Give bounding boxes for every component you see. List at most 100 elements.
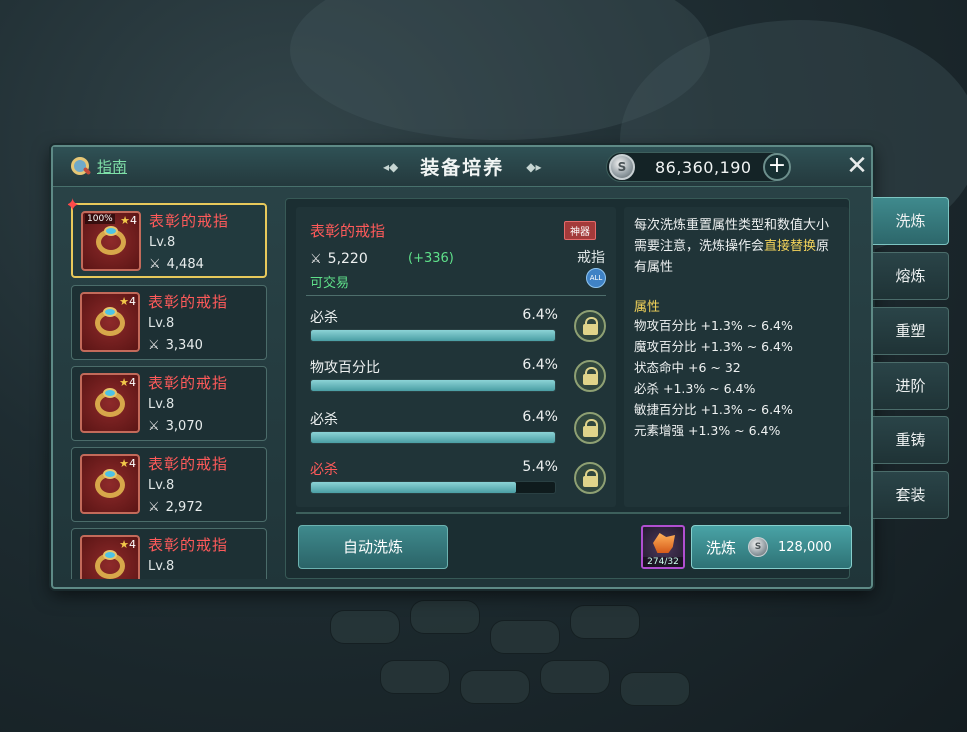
stat-bar-fill	[311, 330, 555, 341]
ring-item-icon: 100% ★4	[81, 211, 141, 271]
stat-name: 必杀	[310, 462, 338, 478]
equipment-name: 表彰的戒指	[310, 222, 386, 240]
crossed-swords-icon: ⚔	[149, 257, 161, 272]
ring-item-icon: ★4	[80, 373, 140, 433]
silver-coin-icon	[748, 537, 769, 557]
tab-recast[interactable]: 重铸	[873, 416, 949, 464]
tab-advance[interactable]: 进阶	[873, 362, 949, 410]
tab-set[interactable]: 套装	[873, 471, 949, 519]
attribute-title: 属性	[634, 300, 661, 315]
star-count: 4	[129, 538, 136, 551]
item-power-value: 3,070	[165, 419, 203, 434]
stat-bar	[310, 431, 556, 444]
tab-reshape[interactable]: 重塑	[873, 307, 949, 355]
crossed-swords-icon: ⚔	[310, 251, 322, 267]
equipment-power-value: 5,220	[327, 251, 368, 267]
star-count: 4	[129, 457, 136, 470]
star-icon: ★	[119, 538, 129, 551]
stat-name: 物攻百分比	[310, 360, 380, 376]
stat-value: 6.4%	[522, 409, 558, 425]
stat-name: 必杀	[310, 310, 338, 326]
attribute-line: 状态命中 +6 ~ 32	[634, 360, 741, 375]
background-stone	[460, 670, 530, 704]
refine-button[interactable]: 洗炼 128,000	[691, 525, 852, 569]
list-item[interactable]: ★4 表彰的戒指 Lv.8 ⚔ 2,972	[71, 447, 267, 522]
close-button[interactable]: ✕	[843, 151, 871, 181]
stat-bar	[310, 481, 556, 494]
crossed-swords-icon: ⚔	[148, 338, 160, 353]
list-item[interactable]: ★4 表彰的戒指 Lv.8 ⚔ 3,070	[71, 366, 267, 441]
refine-cost: 128,000	[778, 539, 832, 555]
title-ornament-left-icon: ◂◆	[383, 159, 399, 174]
item-power: ⚔ 4,484	[149, 257, 204, 272]
stat-row: 必杀 6.4%	[310, 307, 610, 347]
add-currency-button[interactable]: +	[763, 153, 791, 181]
star-icon: ★	[120, 214, 130, 227]
star-badge: ★4	[119, 295, 136, 308]
ore-icon	[653, 533, 675, 553]
item-power-value: 3,340	[165, 338, 203, 353]
currency-display: 86,360,190	[606, 152, 786, 182]
star-count: 4	[130, 214, 137, 227]
item-list[interactable]: 100% ★4 ✦ 表彰的戒指 Lv.8 ⚔ 4,484 ★4 表彰的戒指 Lv.…	[68, 198, 274, 579]
background-stone	[540, 660, 610, 694]
star-icon: ★	[119, 457, 129, 470]
currency-value: 86,360,190	[655, 157, 752, 177]
guide-button[interactable]: 指南	[69, 155, 127, 177]
item-name: 表彰的戒指	[149, 212, 230, 230]
item-level: Lv.8	[148, 478, 175, 493]
stat-bar-fill	[311, 380, 555, 391]
background-stone	[490, 620, 560, 654]
stat-name: 必杀	[310, 412, 338, 428]
gem-icon	[103, 469, 117, 479]
all-class-badge: ALL	[586, 268, 606, 288]
title-ornament-right-icon: ◆▸	[526, 159, 542, 174]
lock-icon[interactable]	[574, 310, 606, 342]
tab-smelt[interactable]: 熔炼	[873, 252, 949, 300]
tradable-label: 可交易	[310, 276, 350, 291]
list-item[interactable]: ★4 表彰的戒指 Lv.8 ⚔ 3,340	[71, 285, 267, 360]
window-title: 装备培养	[420, 157, 505, 179]
divider	[296, 512, 841, 514]
attribute-line: 魔攻百分比 +1.3% ~ 6.4%	[634, 339, 793, 354]
background-stone	[330, 610, 400, 644]
stat-row: 必杀 5.4%	[310, 459, 610, 499]
background-stone	[620, 672, 690, 706]
new-spark-icon: ✦	[68, 198, 81, 216]
star-count: 4	[129, 295, 136, 308]
item-power: ⚔ 3,070	[148, 419, 203, 434]
lock-icon[interactable]	[574, 462, 606, 494]
attribute-line: 敏捷百分比 +1.3% ~ 6.4%	[634, 402, 793, 417]
attribute-line: 元素增强 +1.3% ~ 6.4%	[634, 423, 781, 438]
description-panel: 每次洗炼重置属性类型和数值大小需要注意，洗炼操作会直接替换原有属性 属性 物攻百…	[624, 207, 849, 507]
refine-material-slot[interactable]: 274/32	[641, 525, 685, 569]
material-count: 274/32	[643, 557, 683, 567]
crossed-swords-icon: ⚔	[148, 500, 160, 515]
magnifier-icon	[69, 155, 91, 177]
gem-icon	[103, 388, 117, 398]
stat-row: 物攻百分比 6.4%	[310, 357, 610, 397]
title-wrap: ◂◆ 装备培养 ◆▸	[383, 153, 542, 180]
ring-item-icon: ★4	[80, 454, 140, 514]
lock-icon[interactable]	[574, 412, 606, 444]
item-name: 表彰的戒指	[148, 374, 229, 392]
item-power: ⚔ 3,340	[148, 338, 203, 353]
stat-bar-fill	[311, 482, 516, 493]
item-level: Lv.8	[148, 559, 175, 574]
lock-icon[interactable]	[574, 360, 606, 392]
list-item[interactable]: 100% ★4 ✦ 表彰的戒指 Lv.8 ⚔ 4,484	[68, 198, 267, 278]
title-bar: 指南 ◂◆ 装备培养 ◆▸ 86,360,190 + ✕	[53, 147, 871, 187]
equipment-slot: 戒指	[577, 250, 605, 266]
star-badge: ★4	[120, 214, 137, 227]
star-count: 4	[129, 376, 136, 389]
item-power: ⚔ 2,972	[148, 500, 203, 515]
ring-item-icon: ★4	[80, 292, 140, 352]
description-highlight: 直接替换	[764, 239, 817, 254]
background-stone	[410, 600, 480, 634]
equipment-power: ⚔ 5,220	[310, 251, 368, 267]
auto-refine-button[interactable]: 自动洗炼	[298, 525, 448, 569]
tab-refine[interactable]: 洗炼	[873, 197, 949, 245]
stat-bar-fill	[311, 432, 555, 443]
star-badge: ★4	[119, 457, 136, 470]
list-item[interactable]: ★4 表彰的戒指 Lv.8	[71, 528, 267, 579]
